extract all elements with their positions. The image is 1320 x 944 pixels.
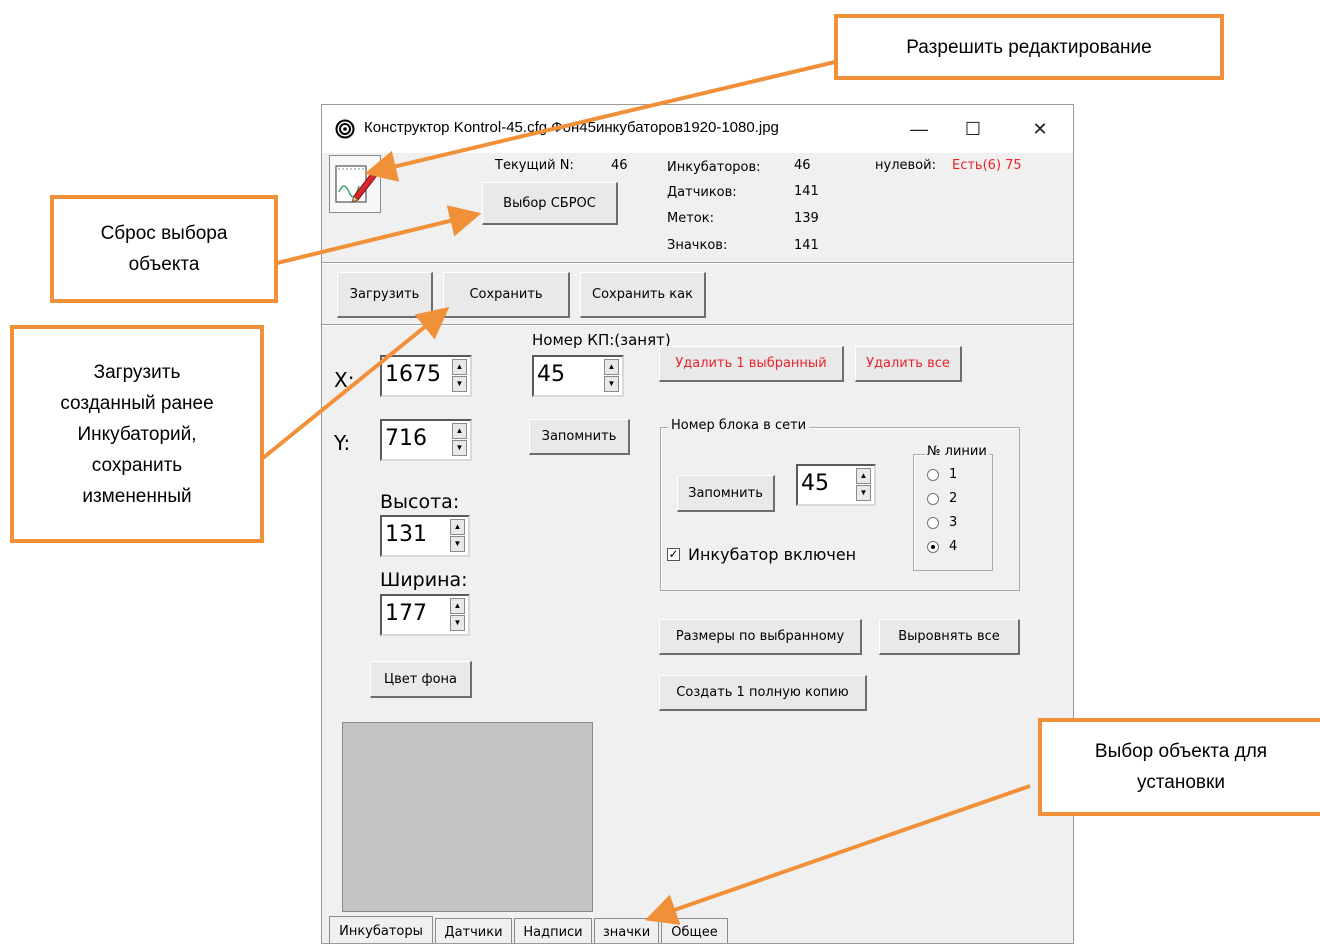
- callout-enable-editing: Разрешить редактирование: [834, 14, 1224, 80]
- arrow-to-load-save: [261, 306, 450, 460]
- arrow-to-tabs: [644, 784, 1031, 925]
- arrow-to-reset-button: [276, 205, 482, 265]
- callout-choose-object: Выбор объекта для установки: [1038, 718, 1320, 816]
- arrow-to-edit-icon: [364, 60, 836, 182]
- callout-load-save: Загрузить созданный ранее Инкубаторий, с…: [10, 325, 264, 543]
- callout-reset-selection: Сброс выбора объекта: [50, 195, 278, 303]
